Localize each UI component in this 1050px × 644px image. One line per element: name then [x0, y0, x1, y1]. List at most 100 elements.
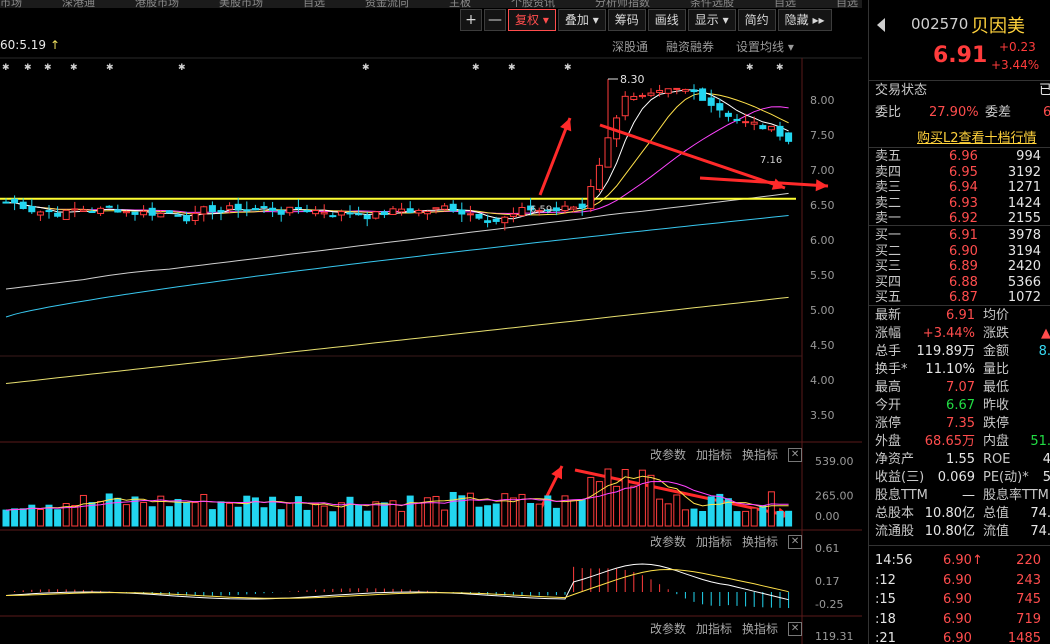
- close-icon[interactable]: ✕: [788, 447, 803, 462]
- volume-axis-tick: 539.00: [815, 455, 854, 468]
- tick-row[interactable]: :18 6.90 719: [869, 610, 1050, 630]
- candle-body: [587, 186, 595, 209]
- volume-bar: [638, 469, 646, 527]
- stat-label: PE(动)*: [983, 470, 1029, 485]
- volume-bar: [716, 493, 724, 527]
- event-marker-icon: ✱: [44, 63, 52, 73]
- event-marker-icon: ✱: [362, 63, 370, 73]
- volume-bar: [449, 491, 457, 527]
- switch-indicator-link[interactable]: 换指标: [742, 620, 778, 637]
- switch-indicator-link[interactable]: 换指标: [742, 446, 778, 463]
- candle-body: [157, 212, 165, 218]
- add-indicator-link[interactable]: 加指标: [696, 533, 732, 550]
- volume-bar: [2, 509, 10, 527]
- diff-label: 委差: [985, 105, 1012, 120]
- change-params-link[interactable]: 改参数: [650, 533, 686, 550]
- candle-body: [346, 212, 354, 215]
- candle-body: [638, 94, 646, 98]
- candle-body: [561, 205, 569, 212]
- price-axis-tick: 6.50: [810, 199, 835, 212]
- stat-value: 74.: [1030, 506, 1050, 521]
- tick-price: 6.90: [943, 631, 972, 644]
- event-marker-icon: ✱: [508, 63, 516, 73]
- volume-bar: [484, 505, 492, 527]
- switch-indicator-link[interactable]: 换指标: [742, 533, 778, 550]
- stat-value: 5: [1043, 469, 1050, 487]
- stat-value: 6.91: [946, 308, 975, 323]
- volume-bar: [570, 499, 578, 527]
- volume-bar: [415, 502, 423, 527]
- volume-bar: [19, 508, 27, 527]
- candle-body: [277, 209, 285, 215]
- back-arrow-icon[interactable]: [877, 18, 885, 32]
- volume-bar: [174, 498, 182, 527]
- tick-time: :15: [875, 592, 896, 607]
- macd-axis-tick: 0.61: [815, 542, 840, 555]
- close-icon[interactable]: ✕: [788, 534, 803, 549]
- order-ratio-row: 委比 27.90% 委差 6: [869, 104, 1050, 122]
- candle-body: [415, 209, 423, 214]
- macd-axis-tick: 0.17: [815, 575, 840, 588]
- volume-bar: [630, 485, 638, 527]
- volume-bar: [286, 502, 294, 527]
- candle-body: [355, 213, 363, 216]
- volume-bar: [208, 509, 216, 527]
- stat-label: ROE: [983, 452, 1011, 467]
- tick-time: :12: [875, 572, 896, 588]
- tick-time: :21: [875, 631, 896, 644]
- volume-bar: [707, 496, 715, 527]
- volume-bar: [587, 476, 595, 527]
- change-params-link[interactable]: 改参数: [650, 620, 686, 637]
- volume-bar: [785, 510, 793, 527]
- tick-row[interactable]: :12 6.90 243: [869, 571, 1050, 591]
- stat-value: 119.89万: [916, 344, 976, 359]
- stat-label: 流值: [983, 524, 1010, 539]
- volume-bar: [363, 510, 371, 527]
- candle-body: [208, 205, 216, 213]
- add-indicator-link[interactable]: 加指标: [696, 446, 732, 463]
- stock-code: 002570: [911, 15, 969, 33]
- candle-body: [114, 209, 122, 213]
- volume-bar: [36, 509, 44, 527]
- tick-row[interactable]: :15 6.90 745: [869, 590, 1050, 610]
- candle-body: [707, 97, 715, 106]
- volume-bar: [535, 503, 543, 527]
- last-price: 6.91: [933, 43, 988, 68]
- right-annotation: 7.16: [760, 155, 782, 166]
- volume-bar: [372, 501, 380, 527]
- event-marker-icon: ✱: [746, 63, 754, 73]
- candle-body: [148, 207, 156, 216]
- stat-label: 股息率TTM: [983, 488, 1049, 503]
- stat-row: 净资产 1.55 ROE 4: [869, 451, 1050, 469]
- ma120-line: [5, 215, 789, 318]
- add-indicator-link[interactable]: 加指标: [696, 620, 732, 637]
- tick-volume: 1485: [1007, 631, 1041, 644]
- l2-quote-link[interactable]: 购买L2查看十档行情: [917, 127, 1037, 146]
- candle-body: [97, 207, 105, 214]
- close-icon[interactable]: ✕: [788, 621, 803, 636]
- stat-label: 最低: [983, 380, 1010, 395]
- divider: [869, 545, 1050, 546]
- stat-label: 涨停: [875, 416, 902, 431]
- macd-axis-tick: -0.25: [815, 598, 843, 611]
- status-value: 已: [1039, 82, 1050, 100]
- stat-row: 股息TTM — 股息率TTM: [869, 487, 1050, 505]
- tick-row[interactable]: :21 6.90 1485: [869, 629, 1050, 644]
- price-axis-tick: 4.50: [810, 339, 835, 352]
- stat-value: 7.35: [946, 416, 975, 431]
- stat-row: 流通股 10.80亿 流值 74.: [869, 523, 1050, 541]
- stat-row: 外盘 68.65万 内盘 51.: [869, 433, 1050, 451]
- trend-arrow-up: [538, 117, 572, 196]
- candle-body: [217, 210, 225, 213]
- stat-row: 最高 7.07 最低: [869, 379, 1050, 397]
- volume-bar: [355, 504, 363, 527]
- candle-body: [492, 218, 500, 222]
- candle-body: [509, 213, 517, 217]
- candle-body: [621, 95, 629, 117]
- candle-body: [122, 211, 130, 214]
- candle-body: [191, 212, 199, 222]
- candle-body: [501, 216, 509, 224]
- tick-row[interactable]: 14:56 6.90↑ 220: [869, 551, 1050, 571]
- change-params-link[interactable]: 改参数: [650, 446, 686, 463]
- volume-bar: [191, 502, 199, 527]
